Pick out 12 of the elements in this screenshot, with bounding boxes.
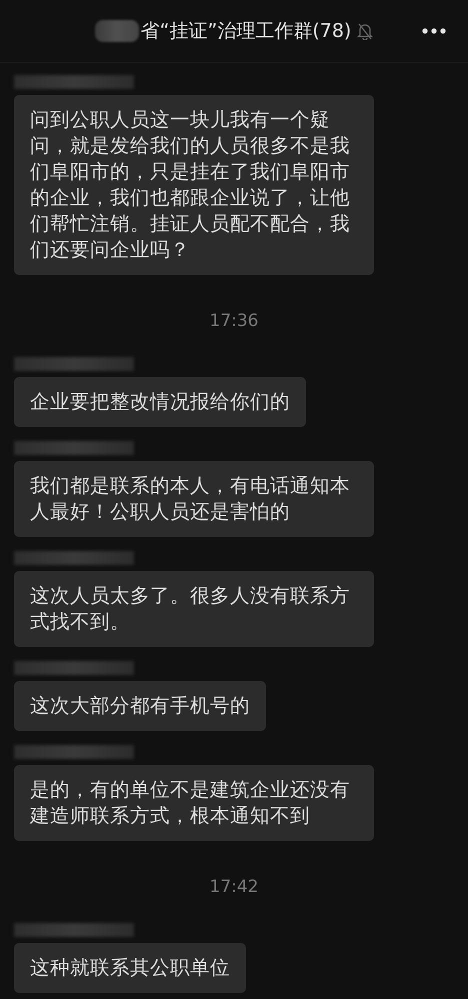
timestamp: 17:36 [208, 310, 260, 333]
message-bubble: 我们都是联系的本人，有电话通知本人最好！公职人员还是害怕的 [14, 461, 374, 537]
message-bubble: 这种就联系其公职单位 [14, 943, 246, 993]
timestamp: 17:42 [208, 876, 260, 899]
chat-title: 省“挂证”治理工作群(78) [140, 19, 352, 44]
message-bubble: 企业要把整改情况报给你们的 [14, 377, 306, 427]
message-bubble: 是的，有的单位不是建筑企业还没有建造师联系方式，根本通知不到 [14, 765, 374, 841]
message-bubble: 这次人员太多了。很多人没有联系方式找不到。 [14, 571, 374, 647]
message-bubble: 这次大部分都有手机号的 [14, 681, 266, 731]
redacted-name [94, 20, 139, 42]
message-bubble: 问到公职人员这一块儿我有一个疑问，就是发给我们的人员很多不是我们阜阳市的，只是挂在了我们阜阳市的企业，我们也都跟企业说了，让他们帮忙注销。挂证人员配不配合，我们还要问企业吗？ [14, 95, 374, 275]
more-icon[interactable] [422, 28, 446, 34]
